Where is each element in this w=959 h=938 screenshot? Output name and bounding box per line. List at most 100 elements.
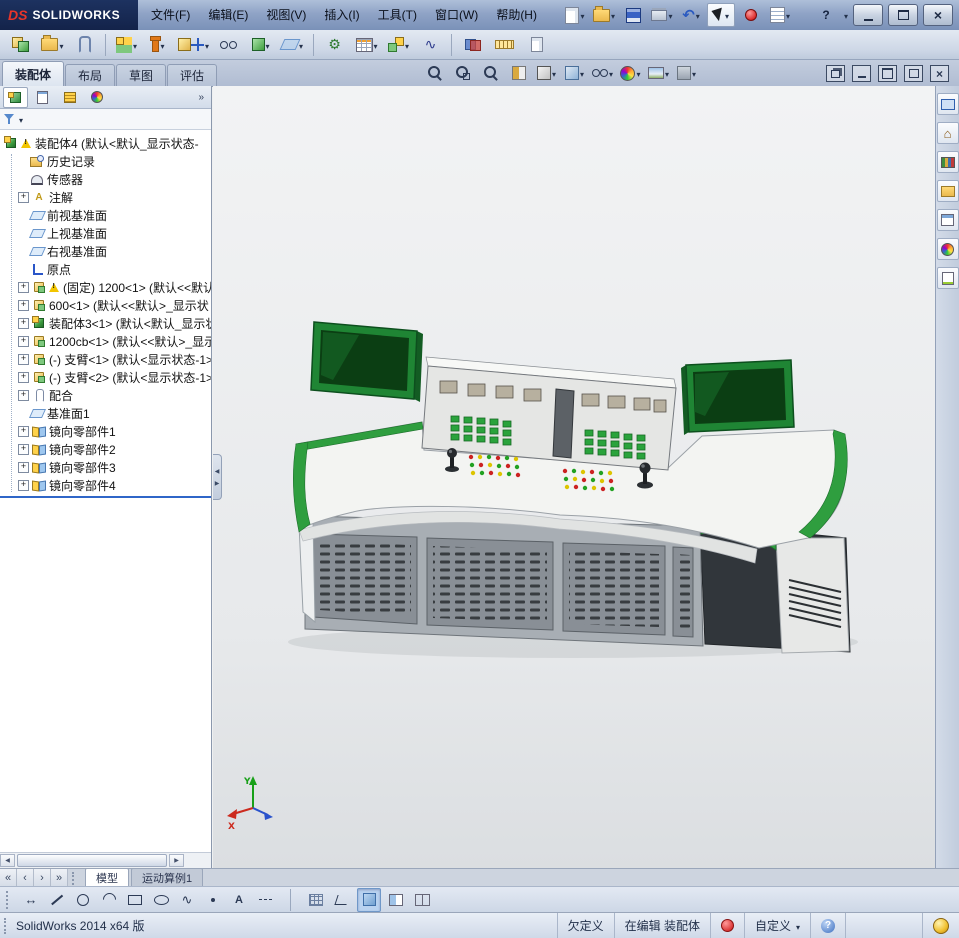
panel-overflow-chevron[interactable] xyxy=(198,92,208,103)
expand-toggle[interactable] xyxy=(18,317,29,329)
apply-scene-button[interactable] xyxy=(648,63,669,84)
open-button[interactable] xyxy=(591,4,617,26)
close-button[interactable] xyxy=(923,4,953,26)
graphics-area[interactable]: Y X xyxy=(213,86,935,868)
expand-toggle[interactable] xyxy=(18,425,29,437)
line-button[interactable] xyxy=(46,889,68,911)
edit-appearance-button[interactable] xyxy=(620,63,641,84)
expand-toggle[interactable] xyxy=(18,371,29,383)
menu-edit[interactable]: 编辑(E) xyxy=(199,1,257,30)
tree-item-component-600[interactable]: 600<1> (默认<<默认>_显示状 xyxy=(0,296,211,314)
spline-button[interactable] xyxy=(176,889,198,911)
centerline-button[interactable] xyxy=(254,889,276,911)
select-button[interactable] xyxy=(707,3,735,27)
tree-item-mirror-4[interactable]: 镜向零部件4 xyxy=(0,476,211,494)
tree-item-subassembly3[interactable]: 装配体3<1> (默认<默认_显示状 xyxy=(0,314,211,332)
record-macro-button[interactable] xyxy=(738,4,764,26)
bill-of-materials-button[interactable] xyxy=(352,32,381,57)
menu-tools[interactable]: 工具(T) xyxy=(369,1,426,30)
tab-model[interactable]: 模型 xyxy=(85,868,129,886)
tab-evaluate[interactable]: 评估 xyxy=(167,64,218,86)
expand-toggle[interactable] xyxy=(18,281,29,293)
tab-sketch[interactable]: 草图 xyxy=(116,64,167,86)
new-motion-study-button[interactable] xyxy=(320,32,349,57)
maximize-button[interactable] xyxy=(888,4,918,26)
grid-button[interactable] xyxy=(305,889,327,911)
scroll-right-arrow[interactable] xyxy=(169,854,184,867)
solidworks-resources-tab[interactable] xyxy=(936,93,959,115)
tree-item-mirror-3[interactable]: 镜向零部件3 xyxy=(0,458,211,476)
save-button[interactable] xyxy=(620,4,646,26)
tab-splitter-handle[interactable] xyxy=(72,872,79,885)
section-view-button[interactable] xyxy=(385,889,407,911)
linear-component-pattern-button[interactable] xyxy=(112,32,141,57)
measure-button[interactable] xyxy=(490,32,519,57)
move-component-button[interactable] xyxy=(176,32,211,57)
menu-view[interactable]: 视图(V) xyxy=(257,1,315,30)
ellipse-button[interactable] xyxy=(150,889,172,911)
tree-item-annotations[interactable]: 注解 xyxy=(0,188,211,206)
menu-window[interactable]: 窗口(W) xyxy=(426,1,487,30)
tree-item-front-plane[interactable]: 前视基准面 xyxy=(0,206,211,224)
rollback-bar[interactable] xyxy=(0,496,211,498)
tree-item-assembly-root[interactable]: 装配体4 (默认<默认_显示状态- xyxy=(0,134,211,152)
last-tab-button[interactable] xyxy=(51,869,68,886)
tree-item-mirror-2[interactable]: 镜向零部件2 xyxy=(0,440,211,458)
scrollbar-thumb[interactable] xyxy=(17,854,167,867)
restore-window-button[interactable] xyxy=(826,65,845,82)
menu-file[interactable]: 文件(F) xyxy=(142,1,199,30)
menu-help[interactable]: 帮助(H) xyxy=(487,1,546,30)
resources-cell[interactable] xyxy=(922,913,959,938)
propertymanager-tab[interactable] xyxy=(30,87,55,108)
view-settings-button[interactable] xyxy=(676,63,697,84)
rectangle-button[interactable] xyxy=(124,889,146,911)
smart-dimension-button[interactable] xyxy=(20,889,42,911)
menu-insert[interactable]: 插入(I) xyxy=(315,1,368,30)
assembly-features-button[interactable] xyxy=(246,32,275,57)
sketch-text-button[interactable] xyxy=(228,889,250,911)
print-button[interactable] xyxy=(649,4,675,26)
tree-item-arm-2[interactable]: (-) 支臂<2> (默认<显示状态-1> xyxy=(0,368,211,386)
next-tab-button[interactable] xyxy=(34,869,51,886)
appearances-scenes-tab[interactable] xyxy=(936,238,959,260)
graphics-viewport[interactable]: Y X xyxy=(213,86,935,868)
insert-components-button[interactable] xyxy=(38,32,67,57)
file-explorer-tab[interactable] xyxy=(936,180,959,202)
displaymanager-tab[interactable] xyxy=(84,87,109,108)
new-document-button[interactable] xyxy=(562,4,588,26)
maximize-window-button[interactable] xyxy=(878,65,897,82)
tree-item-mirror-1[interactable]: 镜向零部件1 xyxy=(0,422,211,440)
view-orientation-button[interactable] xyxy=(536,63,557,84)
quick-tip-cell[interactable] xyxy=(810,913,845,938)
show-hidden-components-button[interactable] xyxy=(214,32,243,57)
design-library-tab[interactable] xyxy=(936,151,959,173)
exploded-view-button[interactable] xyxy=(384,32,413,57)
tree-item-plane1[interactable]: 基准面1 xyxy=(0,404,211,422)
float-window-button[interactable] xyxy=(904,65,923,82)
configurationmanager-tab[interactable] xyxy=(57,87,82,108)
angle-snap-button[interactable] xyxy=(331,889,353,911)
expand-toggle[interactable] xyxy=(18,299,29,311)
explode-line-sketch-button[interactable] xyxy=(416,32,445,57)
view-palette-tab[interactable] xyxy=(936,209,959,231)
scroll-left-arrow[interactable] xyxy=(0,854,15,867)
first-tab-button[interactable] xyxy=(0,869,17,886)
expand-toggle[interactable] xyxy=(18,461,29,473)
point-button[interactable] xyxy=(202,889,224,911)
previous-view-button[interactable] xyxy=(480,63,501,84)
reference-geometry-button[interactable] xyxy=(278,32,307,57)
hide-show-items-button[interactable] xyxy=(592,63,613,84)
section-view-button[interactable] xyxy=(508,63,529,84)
expand-toggle[interactable] xyxy=(18,191,29,203)
custom-dropdown[interactable]: 自定义 xyxy=(743,913,810,938)
previous-tab-button[interactable] xyxy=(17,869,34,886)
tree-item-origin[interactable]: 原点 xyxy=(0,260,211,278)
minimize-button[interactable] xyxy=(853,4,883,26)
tree-item-mates[interactable]: 配合 xyxy=(0,386,211,404)
close-window-button[interactable] xyxy=(930,65,949,82)
help-button[interactable] xyxy=(814,5,838,25)
interference-detection-button[interactable] xyxy=(458,32,487,57)
expand-toggle[interactable] xyxy=(18,335,29,347)
shaded-sketch-contours-button[interactable] xyxy=(357,887,381,912)
expand-toggle[interactable] xyxy=(18,443,29,455)
